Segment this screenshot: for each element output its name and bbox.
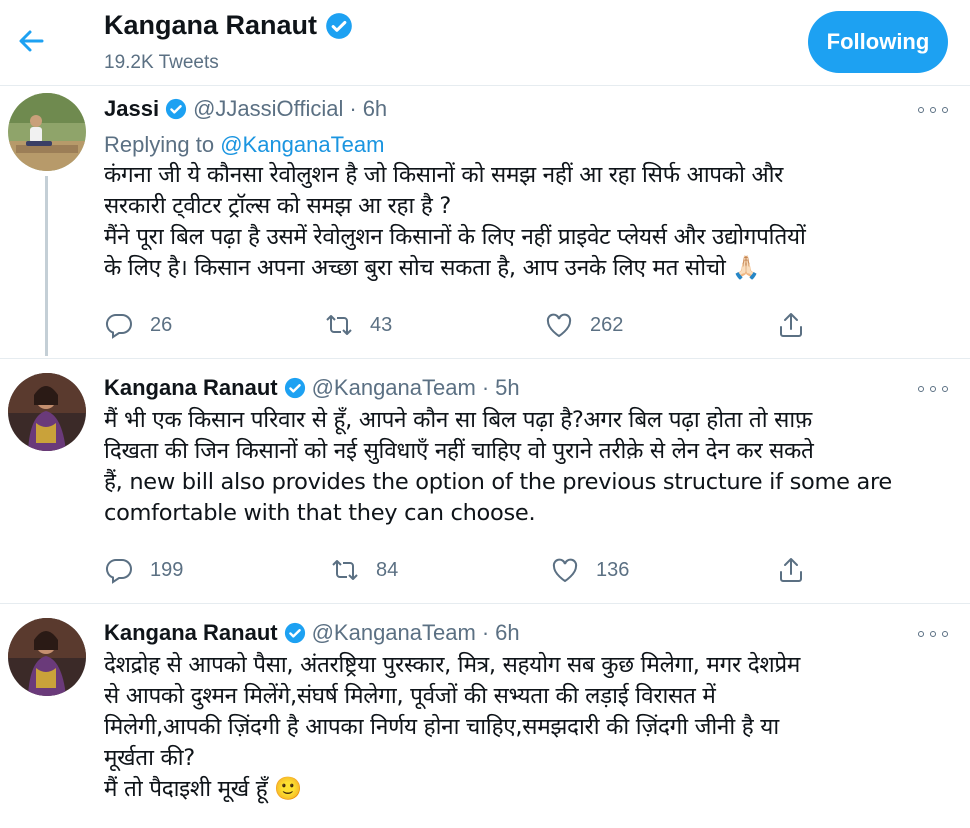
reply-count: 199 <box>150 558 184 581</box>
tweet-header: Jassi @JJassiOfficial · 6h <box>104 96 387 122</box>
separator-dot: · <box>481 620 490 645</box>
reply-button[interactable]: 26 <box>104 310 172 340</box>
back-arrow-icon[interactable] <box>14 24 48 58</box>
tweet-kangana-standalone[interactable]: Kangana Ranaut @KanganaTeam · 6h देशद्रो… <box>0 604 970 828</box>
share-icon <box>780 558 802 582</box>
tweet-text-line: मैं तो पैदाइशी मूर्ख हूँ 🙂 <box>104 776 302 802</box>
like-count: 262 <box>590 313 624 336</box>
tweet-text-line: हैं, new bill also provides the option o… <box>104 469 892 495</box>
author-handle[interactable]: @KanganaTeam <box>312 375 476 401</box>
reply-button[interactable]: 199 <box>104 555 183 585</box>
tweet-actions: 26 43 262 <box>104 310 824 340</box>
author-name[interactable]: Jassi <box>104 96 159 122</box>
tweet-text: देशद्रोह से आपको पैसा, अंतरष्ट्रिया पुरस… <box>104 650 966 805</box>
replying-to: Replying to @KanganaTeam <box>104 132 384 158</box>
tweet-kangana-reply[interactable]: Kangana Ranaut @KanganaTeam · 5h मैं भी … <box>0 359 970 603</box>
retweet-button[interactable]: 84 <box>330 555 398 585</box>
profile-name: Kangana Ranaut <box>104 10 318 40</box>
more-icon[interactable] <box>918 102 948 118</box>
replying-handle-link[interactable]: @KanganaTeam <box>220 132 384 157</box>
tweet-time[interactable]: 5h <box>495 375 519 401</box>
thread-line <box>45 176 48 356</box>
tweet-actions: 199 84 136 <box>104 555 824 585</box>
author-handle[interactable]: @JJassiOfficial <box>193 96 343 122</box>
author-name[interactable]: Kangana Ranaut <box>104 620 278 646</box>
tweet-text-line: से आपको दुश्मन मिलेंगे,संघर्ष मिलेगा, पू… <box>104 683 716 709</box>
replying-prefix: Replying to <box>104 132 215 157</box>
following-button[interactable]: Following <box>808 11 948 73</box>
tweet-text-line: मूर्खता की? <box>104 745 195 771</box>
share-icon <box>780 313 802 337</box>
verified-badge-icon <box>165 98 187 120</box>
tweet-count: 19.2K Tweets <box>104 52 219 73</box>
reply-icon <box>105 313 132 339</box>
tweet-time[interactable]: 6h <box>495 620 519 646</box>
reply-count: 26 <box>150 313 173 336</box>
retweet-count: 84 <box>376 558 399 581</box>
author-name[interactable]: Kangana Ranaut <box>104 375 278 401</box>
profile-header: Kangana Ranaut 19.2K Tweets Following <box>0 0 970 86</box>
share-button[interactable] <box>776 555 806 585</box>
tweet-header: Kangana Ranaut @KanganaTeam · 6h <box>104 620 520 646</box>
tweet-text-line: मैं भी एक किसान परिवार से हूँ, आपने कौन … <box>104 407 812 433</box>
avatar[interactable] <box>8 93 86 171</box>
reply-icon <box>105 558 132 584</box>
tweet-text-line: कंगना जी ये कौनसा रेवोलुशन है जो किसानों… <box>104 162 784 188</box>
tweet-header: Kangana Ranaut @KanganaTeam · 5h <box>104 375 520 401</box>
separator-dot: · <box>481 375 490 400</box>
tweet-text-line: comfortable with that they can choose. <box>104 500 536 526</box>
tweet-text-line: देशद्रोह से आपको पैसा, अंतरष्ट्रिया पुरस… <box>104 652 801 678</box>
more-icon[interactable] <box>918 381 948 397</box>
avatar[interactable] <box>8 373 86 451</box>
separator-dot: · <box>349 96 357 121</box>
like-icon <box>552 558 578 583</box>
share-button[interactable] <box>776 310 806 340</box>
author-handle[interactable]: @KanganaTeam <box>312 620 476 646</box>
verified-badge-icon <box>284 622 305 644</box>
tweet-text-line: दिखता की जिन किसानों को नई सुविधाएँ नहीं… <box>104 438 814 464</box>
like-button[interactable]: 262 <box>544 310 623 340</box>
like-count: 136 <box>596 558 630 581</box>
more-icon[interactable] <box>918 626 948 642</box>
like-icon <box>546 313 572 338</box>
tweet-text-line: के लिए है। किसान अपना अच्छा बुरा सोच सकत… <box>104 255 761 281</box>
verified-badge-icon <box>284 377 305 399</box>
retweet-button[interactable]: 43 <box>324 310 392 340</box>
like-button[interactable]: 136 <box>550 555 629 585</box>
tweet-text-line: मिलेगी,आपकी ज़िंदगी है आपका निर्णय होना … <box>104 714 779 740</box>
tweet-text-line: मैंने पूरा बिल पढ़ा है उसमें रेवोलुशन कि… <box>104 224 806 250</box>
verified-badge-icon <box>326 12 352 39</box>
tweet-text-line: सरकारी ट्वीटर ट्रॉल्स को समझ आ रहा है ? <box>104 193 452 219</box>
profile-name-row: Kangana Ranaut <box>104 10 353 41</box>
retweet-icon <box>326 315 352 335</box>
avatar[interactable] <box>8 618 86 696</box>
tweet-jassi[interactable]: Jassi @JJassiOfficial · 6h Replying to @… <box>0 86 970 358</box>
tweet-text: कंगना जी ये कौनसा रेवोलुशन है जो किसानों… <box>104 160 966 284</box>
tweet-text: मैं भी एक किसान परिवार से हूँ, आपने कौन … <box>104 405 966 529</box>
tweet-time[interactable]: 6h <box>363 96 387 122</box>
retweet-count: 43 <box>370 313 393 336</box>
retweet-icon <box>332 560 358 580</box>
